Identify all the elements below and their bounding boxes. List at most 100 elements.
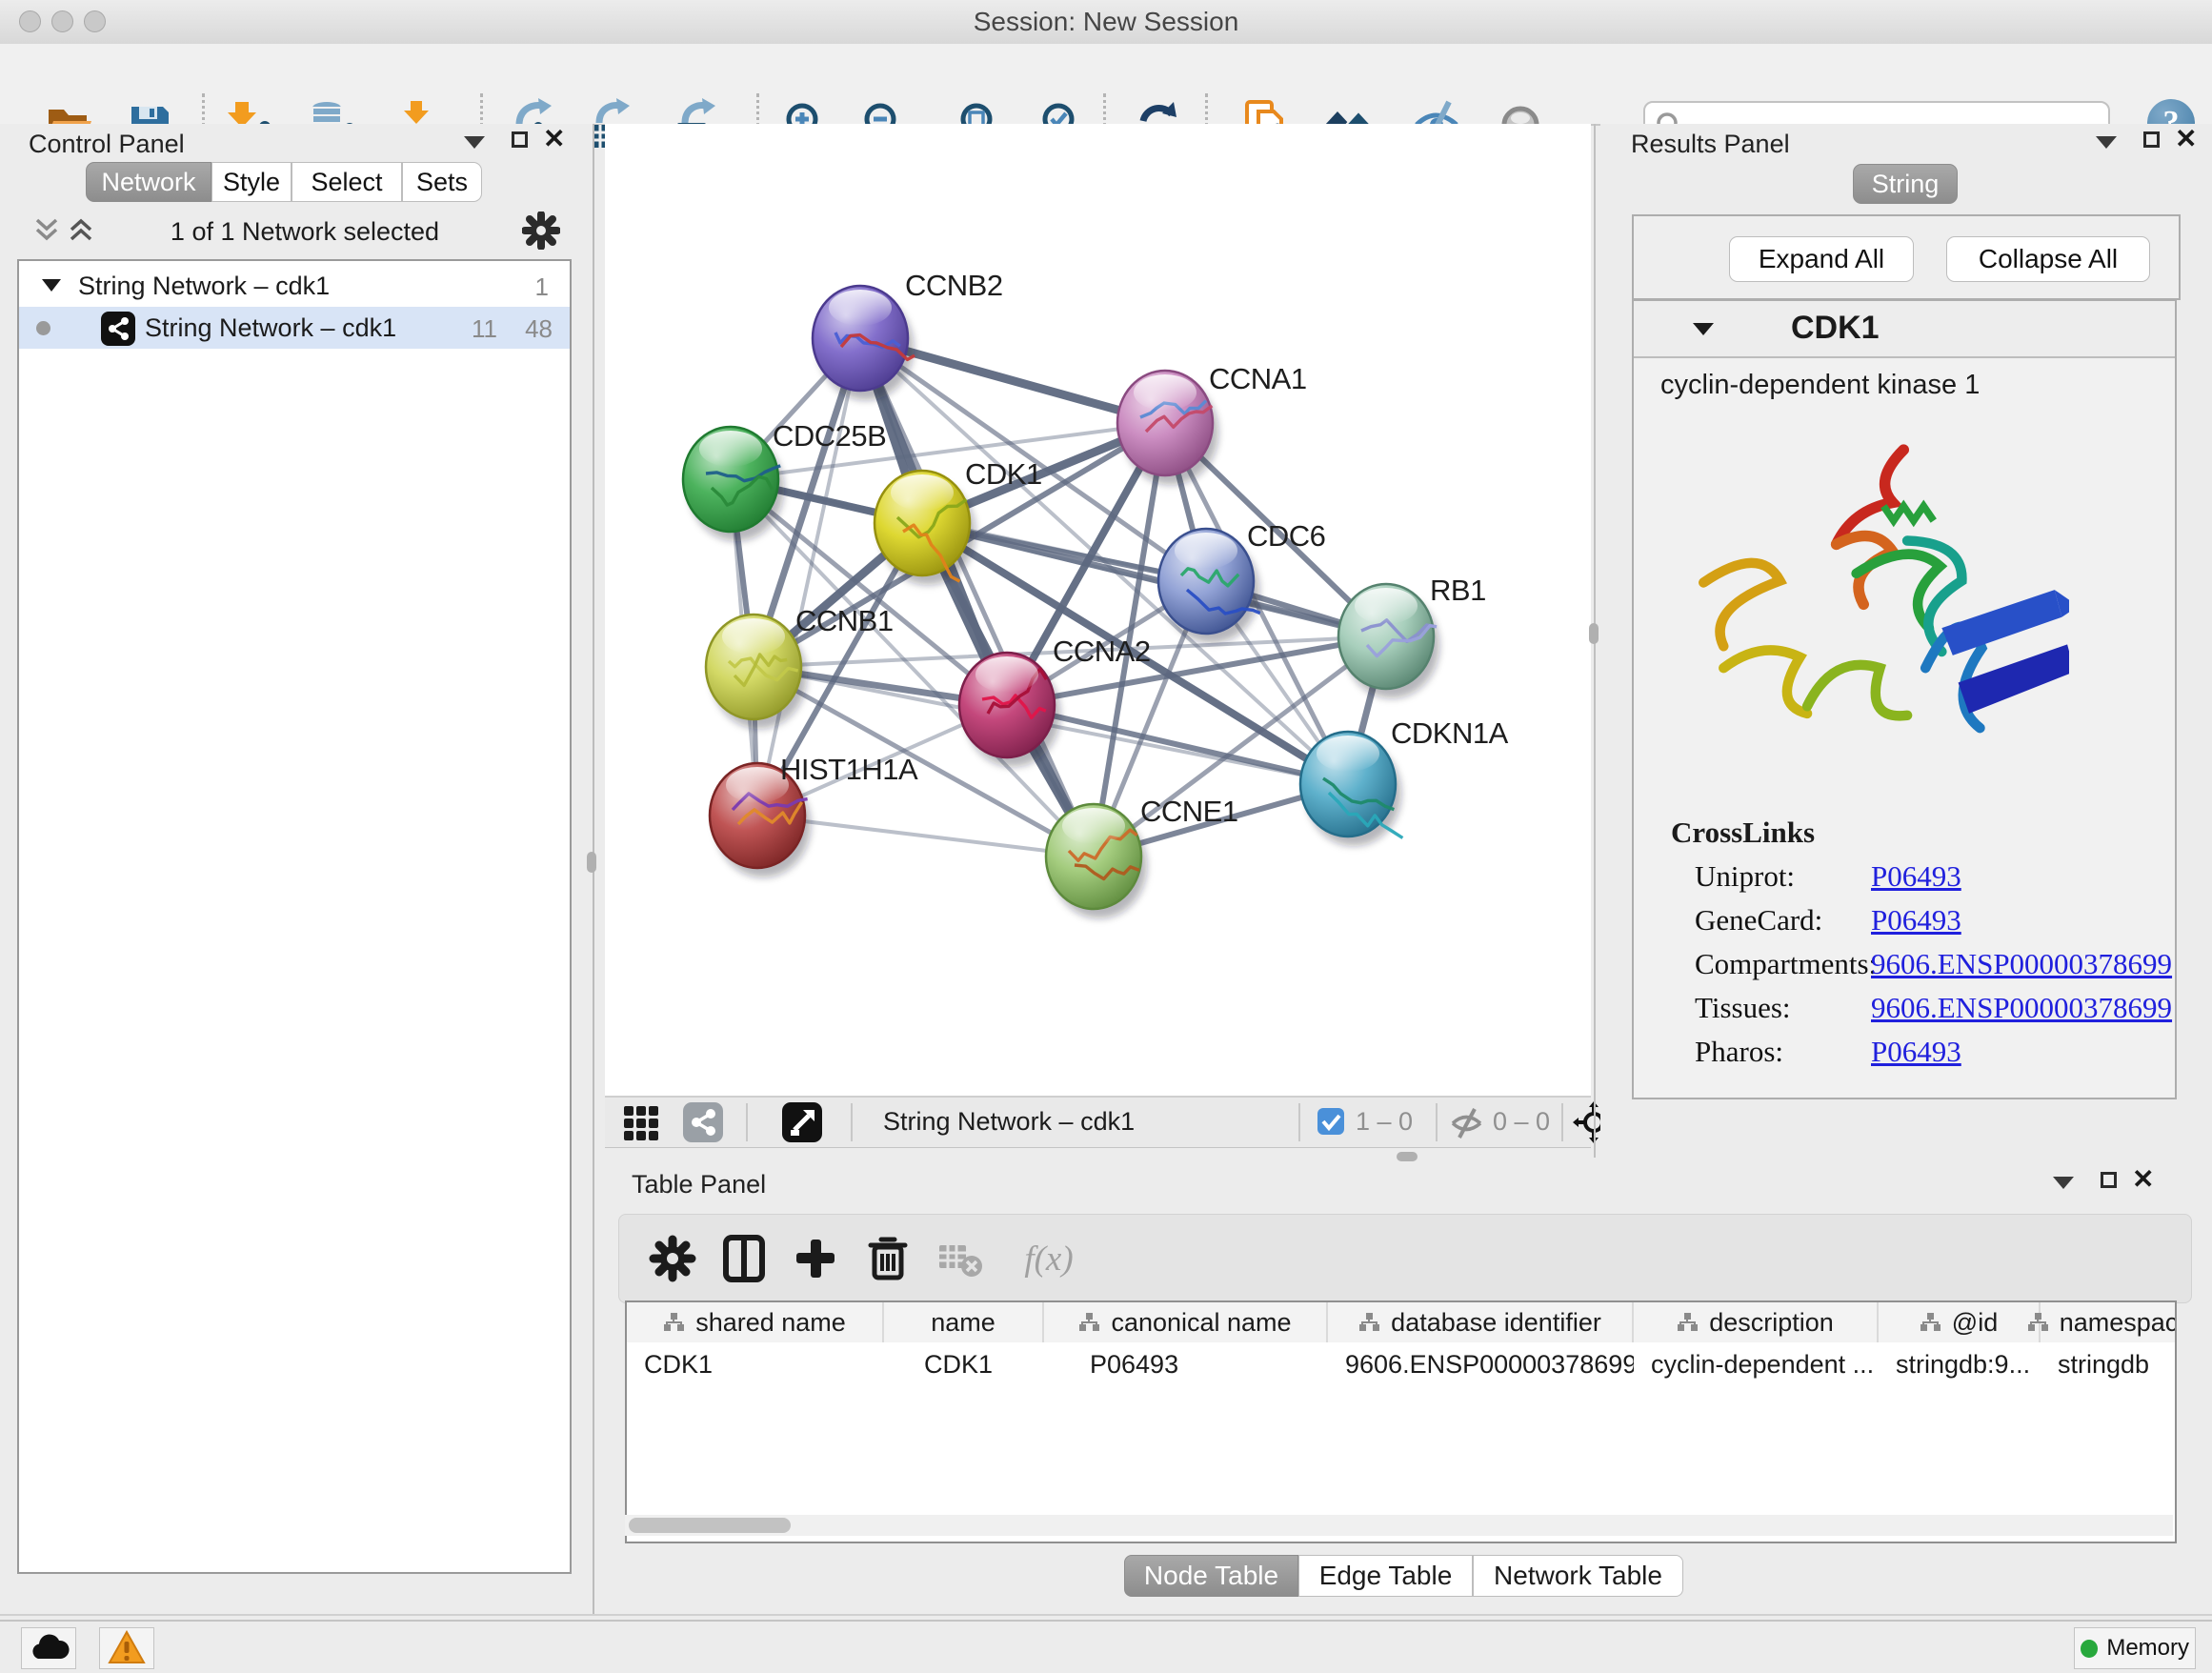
svg-text:CDKN1A: CDKN1A — [1391, 716, 1509, 750]
grid-view-icon[interactable] — [622, 1104, 660, 1142]
tree-caret-icon[interactable] — [40, 276, 63, 293]
splitter-handle[interactable] — [1589, 623, 1599, 644]
column-label: canonical name — [1111, 1308, 1291, 1338]
string-network-graph[interactable]: CCNB2CCNA1CDC25BCDK1CDC6RB1CCNB1CCNA2CDK… — [605, 124, 1591, 1096]
collapse-all-icon[interactable] — [32, 215, 61, 244]
birdseye-view-icon[interactable] — [782, 1102, 822, 1142]
tab-sets[interactable]: Sets — [402, 162, 482, 202]
window-titlebar: Session: New Session — [0, 0, 2212, 45]
results-actions: Expand All Collapse All — [1632, 214, 2181, 300]
tab-select[interactable]: Select — [292, 162, 402, 202]
panel-float-icon[interactable] — [512, 131, 528, 148]
column-header[interactable]: description — [1634, 1302, 1879, 1342]
gear-icon — [646, 1232, 699, 1285]
cell-description: cyclin-dependent ... — [1634, 1342, 1879, 1386]
control-panel: Control Panel ✕ Network Style Select Set… — [0, 124, 594, 1614]
table-toolbar: f(x) — [618, 1214, 2192, 1303]
panel-float-icon[interactable] — [2101, 1172, 2117, 1188]
collection-label: String Network – cdk1 — [78, 272, 330, 301]
delete-table-button[interactable] — [934, 1232, 987, 1285]
panel-menu-icon[interactable] — [2096, 136, 2117, 149]
svg-text:HIST1H1A: HIST1H1A — [780, 753, 918, 786]
table-panel: Table Panel ✕ f(x) shared name name cano… — [605, 1168, 2212, 1614]
column-tree-icon — [2027, 1312, 2048, 1333]
scrollbar-thumb[interactable] — [629, 1518, 791, 1533]
network-share-icon — [101, 312, 135, 346]
crosslink-link[interactable]: P06493 — [1871, 1035, 1961, 1069]
add-column-button[interactable] — [789, 1232, 842, 1285]
crosslink-link[interactable]: 9606.ENSP00000378699 — [1871, 991, 2172, 1025]
crosslink-link[interactable]: P06493 — [1871, 859, 1961, 894]
tab-node-table[interactable]: Node Table — [1124, 1555, 1298, 1597]
collection-count: 1 — [535, 272, 549, 302]
column-tree-icon — [1677, 1312, 1698, 1333]
tab-network[interactable]: Network — [86, 162, 211, 202]
panel-close-icon[interactable]: ✕ — [2132, 1170, 2154, 1189]
network-canvas[interactable]: CCNB2CCNA1CDC25BCDK1CDC6RB1CCNB1CCNA2CDK… — [605, 124, 1591, 1096]
function-builder-button[interactable]: f(x) — [1006, 1232, 1092, 1285]
splitter-handle[interactable] — [587, 852, 596, 873]
svg-text:RB1: RB1 — [1430, 574, 1486, 607]
panel-menu-icon[interactable] — [2053, 1177, 2074, 1189]
toolbar-separator — [851, 1103, 853, 1141]
cloud-status-button[interactable] — [21, 1627, 76, 1669]
memory-button[interactable]: Memory — [2074, 1627, 2196, 1669]
selected-count: 1 – 0 — [1356, 1107, 1413, 1137]
splitter-handle[interactable] — [1397, 1152, 1418, 1161]
warning-status-button[interactable] — [99, 1627, 154, 1669]
section-caret-icon[interactable] — [1691, 320, 1716, 337]
tab-string[interactable]: String — [1853, 164, 1958, 204]
panel-menu-icon[interactable] — [464, 136, 485, 149]
warning-icon — [108, 1630, 146, 1664]
gear-icon[interactable] — [522, 212, 560, 250]
table-settings-button[interactable] — [646, 1232, 699, 1285]
cell-name: CDK1 — [884, 1342, 1044, 1386]
svg-text:CDC25B: CDC25B — [773, 419, 886, 453]
network-edge-count: 48 — [525, 314, 553, 344]
toolbar-separator — [1436, 1103, 1438, 1141]
cell-namespace: stringdb — [2041, 1342, 2177, 1386]
column-label: shared name — [695, 1308, 846, 1338]
column-tree-icon — [663, 1312, 684, 1333]
table-panel-title: Table Panel — [632, 1170, 766, 1199]
panel-close-icon[interactable]: ✕ — [2175, 130, 2197, 149]
network-selected-status: 1 of 1 Network selected — [124, 217, 486, 247]
selected-checkbox[interactable] — [1317, 1108, 1344, 1135]
cell-database-identifier: 9606.ENSP00000378699 — [1328, 1342, 1634, 1386]
cell-canonical-name: P06493 — [1044, 1342, 1328, 1386]
show-columns-button[interactable] — [718, 1232, 772, 1285]
collapse-all-button[interactable]: Collapse All — [1946, 236, 2150, 282]
crosslink-link[interactable]: 9606.ENSP00000378699 — [1871, 947, 2172, 981]
svg-text:CCNA2: CCNA2 — [1053, 635, 1151, 668]
column-header[interactable]: @id — [1879, 1302, 2041, 1342]
plus-icon — [789, 1232, 842, 1285]
column-header[interactable]: namespace — [2041, 1302, 2177, 1342]
share-view-icon[interactable] — [683, 1102, 723, 1142]
network-collection-row[interactable]: String Network – cdk1 1 — [19, 265, 570, 307]
tab-edge-table[interactable]: Edge Table — [1298, 1555, 1473, 1597]
crosslink-label: Tissues: — [1695, 991, 1791, 1025]
hidden-eye-icon — [1449, 1106, 1485, 1140]
crosslink-label: Compartments: — [1695, 947, 1877, 981]
table-horizontal-scrollbar[interactable] — [625, 1515, 2173, 1536]
crosslinks-title: CrossLinks — [1671, 816, 1815, 850]
column-header[interactable]: shared name — [627, 1302, 884, 1342]
gene-section-header[interactable]: CDK1 — [1634, 301, 2175, 358]
panel-float-icon[interactable] — [2143, 131, 2160, 148]
network-row[interactable]: String Network – cdk1 11 48 — [19, 307, 570, 349]
cloud-icon — [28, 1632, 70, 1663]
column-header[interactable]: database identifier — [1328, 1302, 1634, 1342]
expand-all-button[interactable]: Expand All — [1729, 236, 1914, 282]
panel-close-icon[interactable]: ✕ — [543, 130, 565, 149]
gene-section: CDK1 cyclin-dependent kinase 1 CrossLink… — [1632, 299, 2177, 1099]
column-header[interactable]: name — [884, 1302, 1044, 1342]
tab-network-table[interactable]: Network Table — [1473, 1555, 1683, 1597]
node-table: shared name name canonical name database… — [625, 1300, 2177, 1543]
expand-all-icon[interactable] — [67, 215, 95, 244]
crosslink-link[interactable]: P06493 — [1871, 903, 1961, 937]
delete-column-button[interactable] — [861, 1232, 915, 1285]
tab-style[interactable]: Style — [211, 162, 292, 202]
network-view-title: String Network – cdk1 — [883, 1107, 1135, 1137]
column-header[interactable]: canonical name — [1044, 1302, 1328, 1342]
toolbar-separator — [1298, 1103, 1300, 1141]
